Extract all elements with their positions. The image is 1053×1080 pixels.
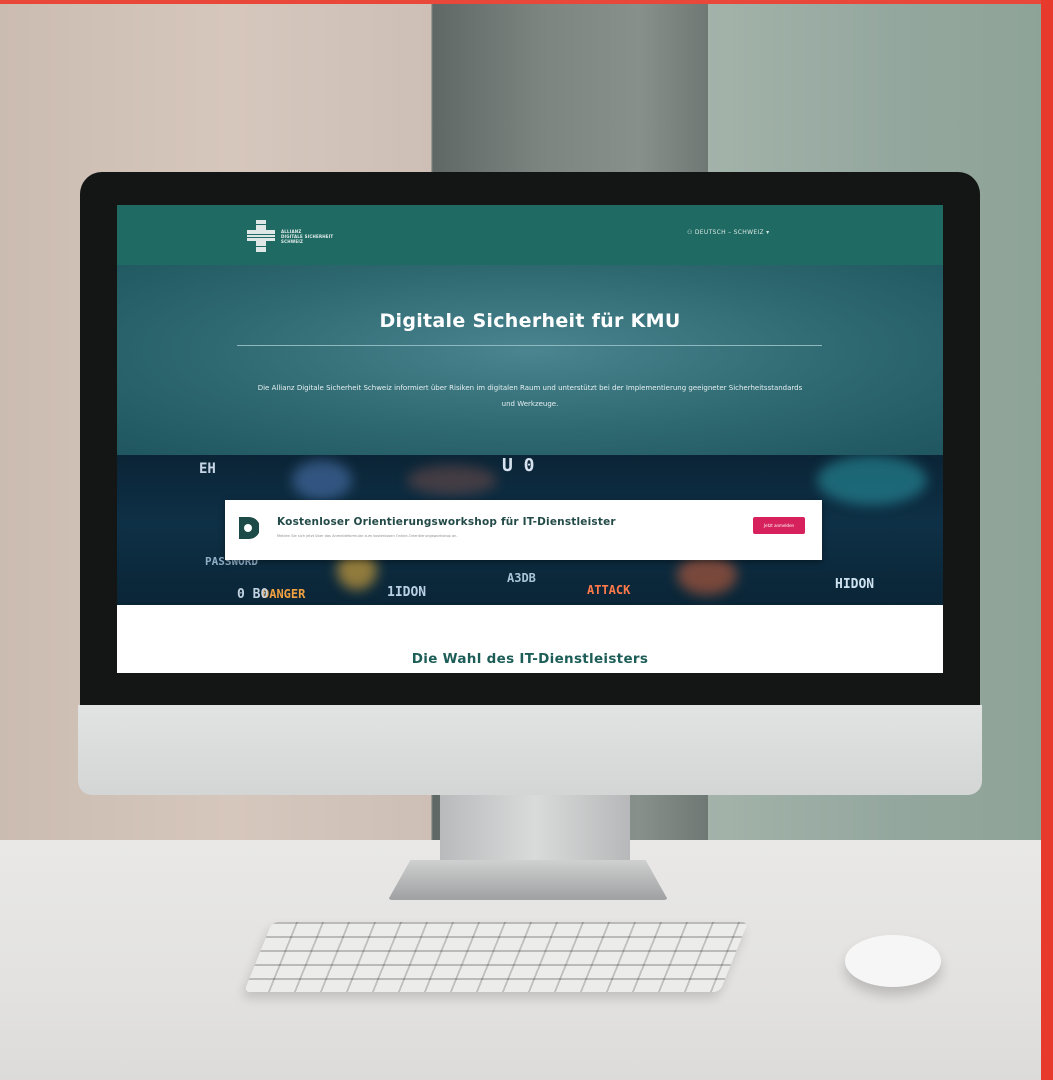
monitor-stand [388,860,668,900]
monitor-neck [440,795,630,865]
banner-word: A3DB [507,571,536,585]
language-selector[interactable]: ⚇ DEUTSCH – SCHWEIZ ▾ [687,229,769,236]
banner-word: HIDON [835,577,875,592]
banner-word: EH [199,461,216,477]
banner-word: 1IDON [387,585,427,600]
photo-scene: ALLIANZ DIGITALE SICHERHEIT SCHWEIZ ⚇ DE… [0,0,1053,1080]
logo-text: ALLIANZ DIGITALE SICHERHEIT SCHWEIZ [281,229,333,244]
language-label: DEUTSCH – SCHWEIZ ▾ [694,229,770,236]
frame-top-strip [0,0,1053,4]
workshop-logo-icon [239,517,259,539]
hero-title: Digitale Sicherheit für KMU [379,310,681,332]
cross-logo-icon [247,220,275,252]
frame-right-strip [1041,0,1053,1080]
mouse [845,935,941,987]
banner-word: 0 B0 [237,587,269,602]
banner-word: ATTACK [587,583,631,597]
workshop-card-subtitle: Melden Sie sich jetzt über das Anmeldefo… [277,534,458,538]
logo-line-3: SCHWEIZ [281,238,304,244]
hero-section: Digitale Sicherheit für KMU Die Allianz … [117,265,943,455]
section-title: Die Wahl des IT-Dienstleisters [411,651,649,667]
website-screen: ALLIANZ DIGITALE SICHERHEIT SCHWEIZ ⚇ DE… [117,205,943,673]
workshop-card-title: Kostenloser Orientierungsworkshop für IT… [277,516,616,528]
globe-icon: ⚇ [687,229,695,236]
site-header: ALLIANZ DIGITALE SICHERHEIT SCHWEIZ ⚇ DE… [117,205,943,265]
register-button[interactable]: Jetzt anmelden [753,517,805,534]
banner-word: U 0 [502,455,535,476]
logo-line-2: DIGITALE SICHERHEIT [281,233,334,239]
hero-text: Die Allianz Digitale Sicherheit Schweiz … [257,384,803,408]
keyboard [243,922,749,992]
monitor-chin [78,705,982,795]
workshop-card[interactable]: Kostenloser Orientierungsworkshop für IT… [225,500,822,560]
site-logo[interactable]: ALLIANZ DIGITALE SICHERHEIT SCHWEIZ [247,219,387,253]
banner-word: DANGER [262,587,306,601]
hero-divider [237,345,822,346]
